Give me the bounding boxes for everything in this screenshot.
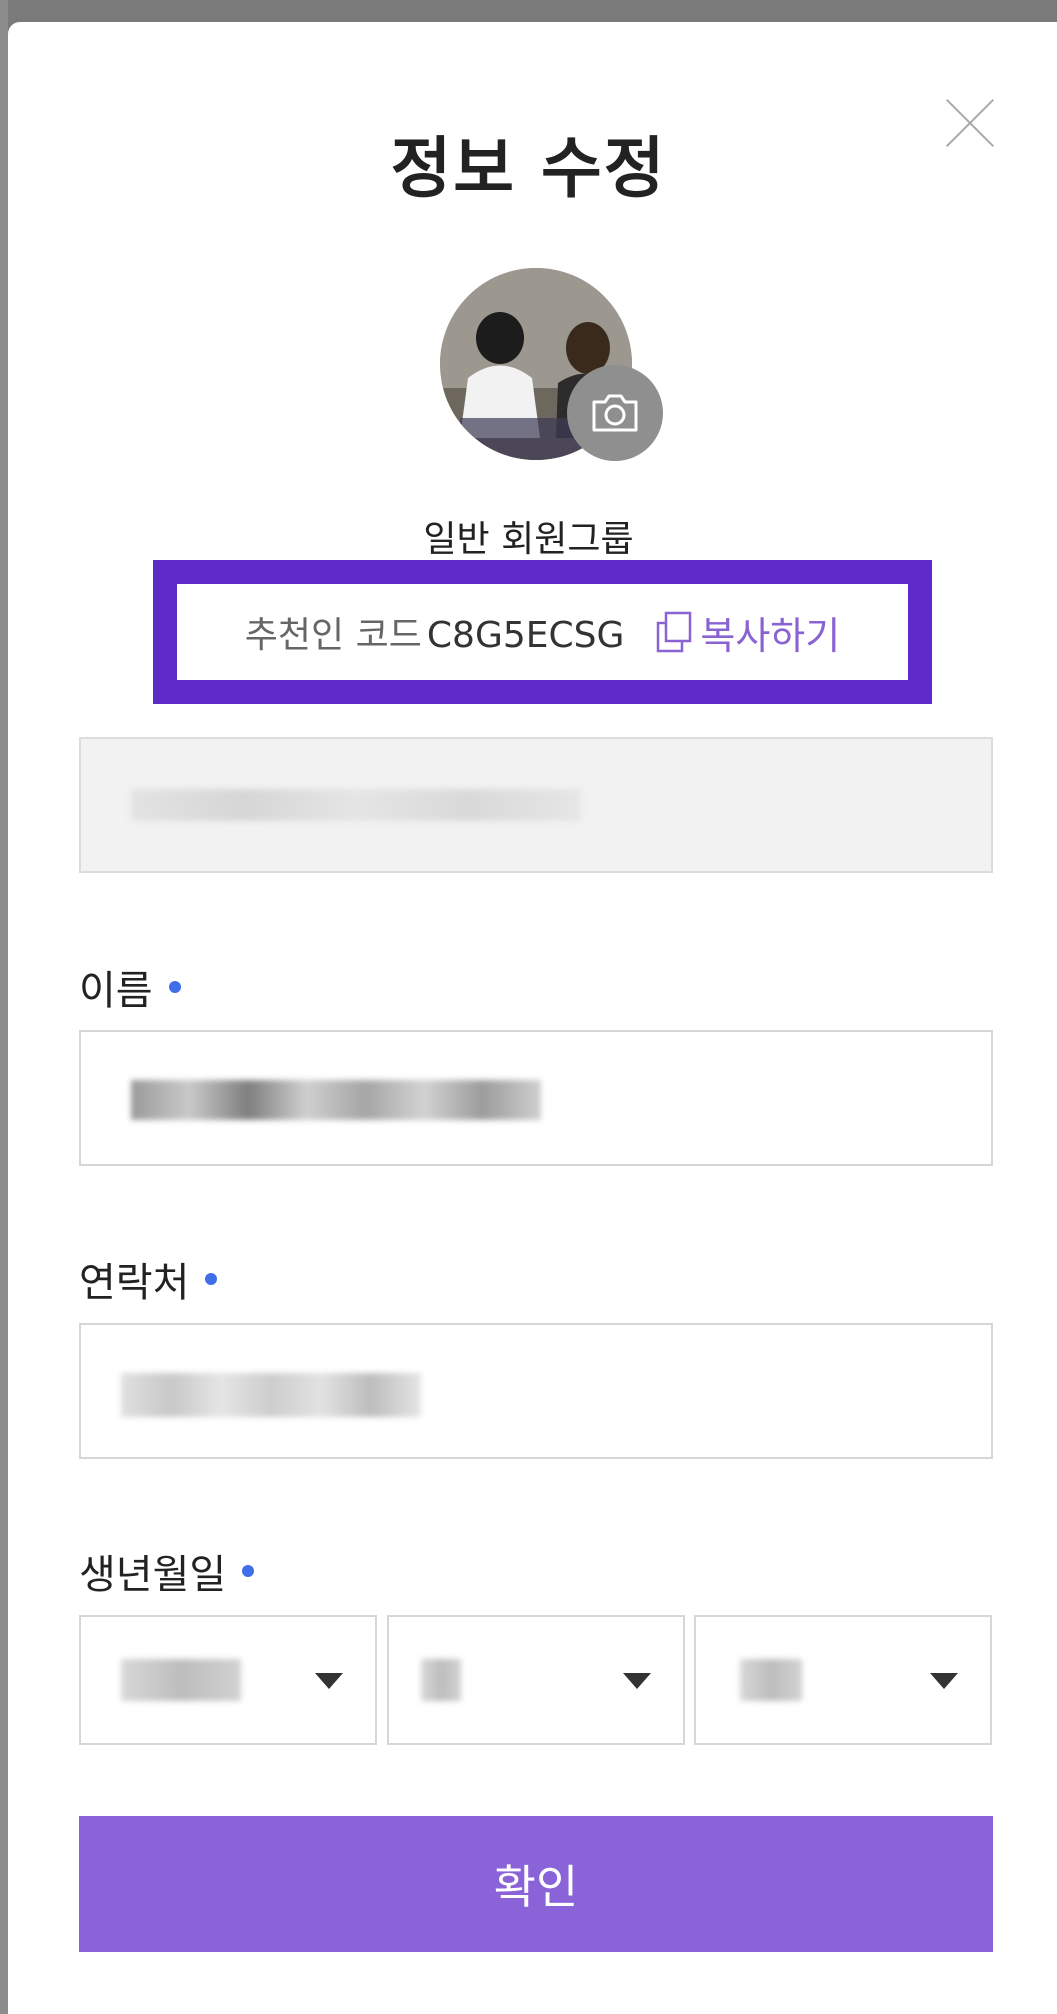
email-value-redacted: [131, 789, 581, 821]
confirm-button[interactable]: 확인: [79, 1816, 993, 1952]
day-value-redacted: [740, 1659, 802, 1701]
birth-label: 생년월일: [79, 1552, 227, 1598]
phone-input[interactable]: [79, 1323, 993, 1459]
birth-month-select[interactable]: [387, 1615, 685, 1745]
change-photo-button[interactable]: [567, 365, 663, 461]
birth-year-select[interactable]: [79, 1615, 377, 1745]
page-title: 정보 수정: [390, 130, 667, 207]
month-value-redacted: [421, 1659, 461, 1701]
birth-day-select[interactable]: [694, 1615, 992, 1745]
referral-highlight: 추천인 코드 C8G5ECSG 복사하기: [153, 560, 932, 704]
chevron-down-icon: [315, 1673, 343, 1689]
phone-label: 연락처: [79, 1260, 190, 1306]
referral-box: 추천인 코드 C8G5ECSG 복사하기: [177, 584, 908, 680]
phone-label-row: 연락처: [79, 1250, 218, 1308]
required-dot: [205, 1273, 218, 1285]
name-value-redacted: [131, 1080, 541, 1120]
referral-label: 추천인 코드: [244, 615, 422, 656]
required-dot: [242, 1565, 255, 1577]
name-label-row: 이름: [79, 958, 181, 1016]
copy-button[interactable]: 복사하기: [654, 605, 840, 660]
year-value-redacted: [121, 1659, 241, 1701]
member-group: 일반 회원그룹: [423, 519, 634, 560]
copy-label: 복사하기: [700, 613, 841, 658]
email-field: [79, 737, 993, 873]
name-label: 이름: [79, 968, 153, 1014]
required-dot: [168, 981, 181, 993]
chevron-down-icon: [623, 1673, 651, 1689]
phone-value-redacted: [121, 1373, 421, 1417]
background-strip: [0, 0, 8, 2014]
camera-icon: [592, 394, 638, 432]
name-input[interactable]: [79, 1030, 993, 1166]
copy-icon: [657, 611, 692, 653]
referral-code: C8G5ECSG: [426, 615, 625, 656]
birth-label-row: 생년월일: [79, 1542, 255, 1600]
chevron-down-icon: [930, 1673, 958, 1689]
